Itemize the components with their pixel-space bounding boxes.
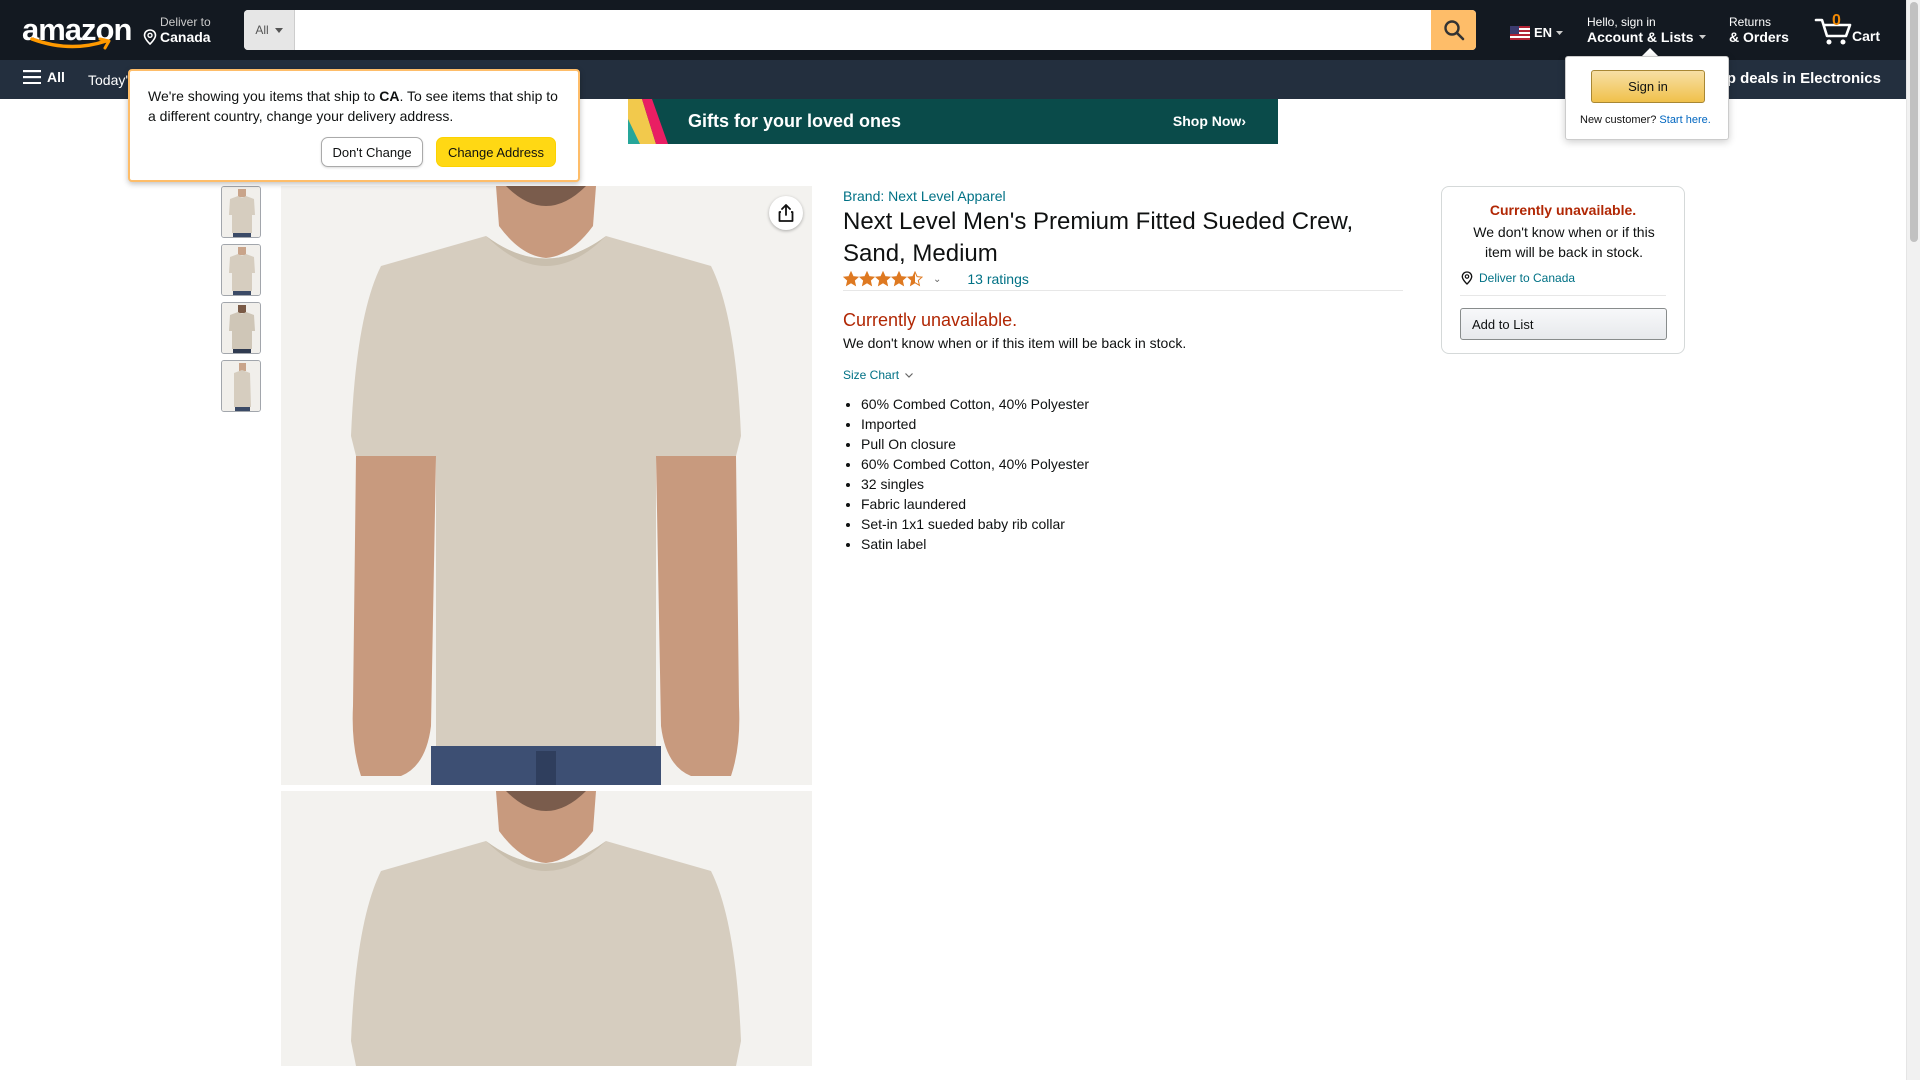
hamburger-icon bbox=[23, 70, 41, 84]
page: amazon Deliver to Canada All EN Hello, s… bbox=[0, 0, 1920, 1080]
star-icon bbox=[891, 271, 907, 287]
search-button[interactable] bbox=[1431, 10, 1476, 50]
feature-bullet: 60% Combed Cotton, 40% Polyester bbox=[861, 394, 1089, 414]
location-pin-icon bbox=[143, 29, 157, 45]
cart-label: Cart bbox=[1852, 28, 1881, 44]
star-icon bbox=[843, 271, 859, 287]
caret-down-icon bbox=[274, 27, 283, 33]
banner-graphic bbox=[628, 99, 668, 144]
search-bar: All bbox=[244, 10, 1476, 50]
share-button[interactable] bbox=[769, 196, 803, 230]
divider bbox=[843, 290, 1403, 291]
returns-label: Returns bbox=[1729, 15, 1772, 29]
scrollbar-thumb[interactable] bbox=[1910, 2, 1918, 242]
share-icon bbox=[778, 204, 794, 222]
language-selector[interactable]: EN bbox=[1510, 25, 1564, 40]
chevron-down-icon[interactable]: ⌄ bbox=[933, 274, 941, 285]
ship-to-popover: We're showing you items that ship to CA.… bbox=[128, 69, 580, 182]
thumbnail-1[interactable] bbox=[221, 186, 261, 238]
chevron-down-icon bbox=[905, 372, 913, 378]
thumbnail-2[interactable] bbox=[221, 244, 261, 296]
new-customer-text: New customer? Start here. bbox=[1580, 114, 1711, 126]
availability-status: Currently unavailable. bbox=[843, 310, 1018, 330]
cart-count: 0 bbox=[1832, 12, 1841, 29]
change-address-button[interactable]: Change Address bbox=[436, 137, 556, 167]
availability-note: We don't know when or if this item will … bbox=[843, 335, 1187, 351]
new-customer-label: New customer? bbox=[1580, 114, 1657, 126]
buybox-availability-note: We don't know when or if this item will … bbox=[1473, 224, 1655, 260]
star-rating[interactable] bbox=[843, 271, 923, 287]
shirt-thumbnail-image bbox=[222, 245, 260, 295]
star-icon bbox=[875, 271, 891, 287]
cart[interactable]: 0 Cart bbox=[1814, 12, 1884, 48]
top-nav: amazon Deliver to Canada All EN Hello, s… bbox=[0, 0, 1906, 60]
search-icon bbox=[1443, 20, 1464, 41]
ship-msg-part: We're showing you items that ship to bbox=[148, 88, 380, 104]
secondary-product-image[interactable] bbox=[281, 791, 812, 1066]
feature-bullet: 60% Combed Cotton, 40% Polyester bbox=[861, 454, 1089, 474]
location-pin-icon bbox=[1461, 271, 1473, 285]
size-chart-link[interactable]: Size Chart bbox=[843, 368, 913, 382]
gifts-banner[interactable]: Gifts for your loved ones Shop Now› bbox=[628, 99, 1278, 144]
shirt-model-image bbox=[281, 186, 812, 785]
buybox-availability: Currently unavailable. bbox=[1489, 202, 1637, 218]
caret-down-icon bbox=[1698, 35, 1706, 39]
size-chart-label: Size Chart bbox=[843, 368, 900, 382]
product-title: Next Level Men's Premium Fitted Sueded C… bbox=[843, 208, 1354, 267]
start-here-link[interactable]: Start here. bbox=[1659, 114, 1710, 126]
all-menu-button[interactable]: All bbox=[23, 69, 65, 85]
account-lists-label: Account & Lists bbox=[1587, 29, 1694, 45]
search-input[interactable] bbox=[295, 10, 1431, 50]
page-scrollbar[interactable] bbox=[1906, 0, 1920, 1080]
main-product-image[interactable] bbox=[281, 186, 812, 785]
language-label: EN bbox=[1534, 25, 1553, 40]
sign-in-popover: Sign in New customer? Start here. bbox=[1565, 56, 1729, 140]
all-menu-label: All bbox=[47, 69, 65, 85]
ratings-count-link[interactable]: 13 ratings bbox=[967, 271, 1028, 287]
shirt-model-image bbox=[281, 791, 812, 1066]
shirt-thumbnail-image bbox=[222, 303, 260, 353]
account-greeting: Hello, sign in bbox=[1587, 15, 1656, 29]
feature-bullet: Satin label bbox=[861, 534, 1089, 554]
add-to-list-button[interactable]: Add to List bbox=[1460, 308, 1667, 340]
buybox-deliver-link[interactable]: Deliver to Canada bbox=[1461, 271, 1575, 285]
thumbnail-3[interactable] bbox=[221, 302, 261, 354]
dont-change-button[interactable]: Don't Change bbox=[321, 137, 423, 167]
rating-row: ⌄ 13 ratings bbox=[843, 271, 1029, 287]
feature-bullet: Set-in 1x1 sueded baby rib collar bbox=[861, 514, 1089, 534]
search-category-select[interactable]: All bbox=[244, 10, 295, 50]
feature-bullets: 60% Combed Cotton, 40% Polyester Importe… bbox=[861, 394, 1089, 554]
shirt-thumbnail-image bbox=[222, 187, 260, 237]
caret-down-icon bbox=[1556, 30, 1564, 35]
feature-bullet: Pull On closure bbox=[861, 434, 1089, 454]
smile-icon bbox=[30, 37, 111, 50]
buybox-deliver-label: Deliver to Canada bbox=[1479, 271, 1576, 285]
feature-bullet: Imported bbox=[861, 414, 1089, 434]
star-icon bbox=[859, 271, 875, 287]
banner-text: Gifts for your loved ones bbox=[688, 111, 902, 131]
divider bbox=[1460, 295, 1666, 296]
buy-box: Currently unavailable. We don't know whe… bbox=[1441, 186, 1685, 354]
banner-shop-now: Shop Now› bbox=[1172, 113, 1246, 129]
orders-label: & Orders bbox=[1729, 29, 1789, 45]
deliver-to-country: Canada bbox=[160, 29, 211, 45]
returns-orders[interactable]: Returns & Orders bbox=[1729, 15, 1789, 45]
account-lists[interactable]: Hello, sign in Account & Lists bbox=[1587, 15, 1706, 45]
shirt-thumbnail-image bbox=[222, 361, 260, 411]
star-icon bbox=[907, 271, 923, 287]
sign-in-button[interactable]: Sign in bbox=[1591, 70, 1705, 103]
search-category-label: All bbox=[255, 23, 269, 37]
deliver-to[interactable]: Deliver to Canada bbox=[143, 15, 211, 45]
us-flag-icon bbox=[1510, 25, 1530, 40]
deliver-to-label: Deliver to bbox=[160, 15, 211, 29]
amazon-logo[interactable]: amazon bbox=[20, 12, 132, 50]
ship-to-message: We're showing you items that ship to CA.… bbox=[148, 86, 560, 126]
thumbnail-4[interactable] bbox=[221, 360, 261, 412]
feature-bullet: Fabric laundered bbox=[861, 494, 1089, 514]
feature-bullet: 32 singles bbox=[861, 474, 1089, 494]
brand-link[interactable]: Brand: Next Level Apparel bbox=[843, 188, 1006, 204]
ship-country-code: CA bbox=[379, 88, 400, 104]
